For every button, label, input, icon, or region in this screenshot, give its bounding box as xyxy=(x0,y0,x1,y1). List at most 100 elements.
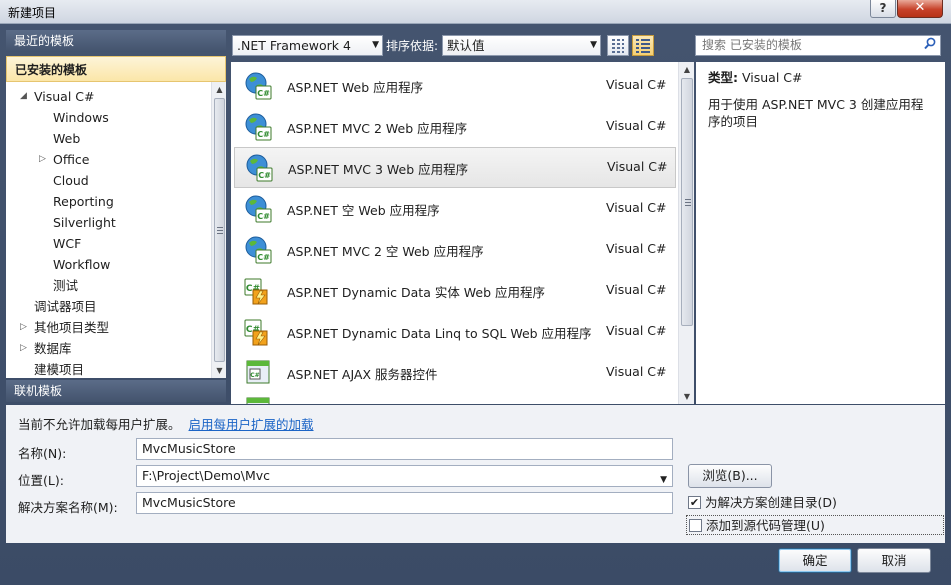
template-language: Visual C# xyxy=(606,241,667,256)
help-button[interactable]: ? xyxy=(870,0,896,18)
template-details: 类型: Visual C# 用于使用 ASP.NET MVC 3 创建应用程序的… xyxy=(696,62,945,404)
template-row[interactable]: C# ASP.NET Dynamic Data Linq to SQL Web 应… xyxy=(231,311,678,352)
online-templates-header[interactable]: 联机模板 xyxy=(6,380,226,402)
template-row[interactable]: C# ASP.NET 空 Web 应用程序 Visual C# xyxy=(231,188,678,229)
enable-extensions-link[interactable]: 启用每用户扩展的加载 xyxy=(189,417,314,432)
tree-item-label: Web xyxy=(53,131,81,146)
cancel-button[interactable]: 取消 xyxy=(857,548,931,573)
create-directory-label: 为解决方案创建目录(D) xyxy=(705,495,837,510)
scroll-thumb[interactable] xyxy=(681,78,693,326)
tree-item[interactable]: 调试器项目 xyxy=(34,296,97,317)
create-directory-checkbox[interactable]: ✔ xyxy=(688,496,701,509)
tree-item[interactable]: Reporting xyxy=(53,191,114,212)
tree-item[interactable]: WCF xyxy=(53,233,81,254)
tree-item-label: Reporting xyxy=(53,194,114,209)
project-name-input[interactable]: MvcMusicStore xyxy=(136,438,673,460)
title-bar: 新建项目 ? ✕ xyxy=(0,0,951,24)
scroll-down-icon[interactable]: ▼ xyxy=(679,389,694,404)
create-directory-option[interactable]: ✔ 为解决方案创建目录(D) xyxy=(686,493,944,513)
tree-item-label: Visual C# xyxy=(34,89,95,104)
tree-item[interactable]: Cloud xyxy=(53,170,89,191)
source-control-label: 添加到源代码管理(U) xyxy=(706,518,825,533)
list-view-button[interactable] xyxy=(632,35,654,56)
dropdown-arrow-icon: ▼ xyxy=(590,40,597,50)
collapsed-arrow-icon[interactable]: ▷ xyxy=(20,317,27,338)
collapsed-arrow-icon[interactable]: ▷ xyxy=(20,338,27,359)
tree-item-label: 其他项目类型 xyxy=(34,320,110,335)
solution-name-label: 解决方案名称(M): xyxy=(18,500,118,515)
window-csharp-icon: C# xyxy=(243,358,273,388)
tree-item-label: 调试器项目 xyxy=(34,299,97,314)
expanded-arrow-icon[interactable]: ◢ xyxy=(20,86,27,107)
framework-select[interactable]: .NET Framework 4 ▼ xyxy=(232,35,383,56)
solution-name-input[interactable]: MvcMusicStore xyxy=(136,492,673,514)
template-row[interactable]: C# ASP.NET AJAX 服务器控件 Visual C# xyxy=(231,352,678,393)
location-select[interactable]: F:\Project\Demo\Mvc ▼ xyxy=(136,465,673,487)
scroll-down-icon[interactable]: ▼ xyxy=(212,363,226,378)
scroll-up-icon[interactable]: ▲ xyxy=(212,82,226,97)
tree-item[interactable]: 建模项目 xyxy=(34,359,84,378)
template-category-panel: 最近的模板 已安装的模板 建模项目 ▷ 数据库 ▷ 其他项目类型 调试器项目 测试 Workf… xyxy=(6,30,226,403)
tree-scrollbar[interactable]: ▲ ▼ xyxy=(211,82,226,378)
search-icon[interactable] xyxy=(924,37,936,56)
tree-item-label: 数据库 xyxy=(34,341,72,356)
template-language: Visual C# xyxy=(606,364,667,379)
tree-item-label: 建模项目 xyxy=(34,362,85,377)
extension-notice: 当前不允许加载每用户扩展。 启用每用户扩展的加载 xyxy=(18,414,314,433)
template-language: Visual C# xyxy=(606,200,667,215)
scroll-up-icon[interactable]: ▲ xyxy=(679,62,694,77)
project-settings-panel: 当前不允许加载每用户扩展。 启用每用户扩展的加载 名称(N): MvcMusicS… xyxy=(6,405,945,543)
sort-value: 默认值 xyxy=(447,38,485,53)
svg-text:C#: C# xyxy=(257,89,270,98)
tree-item[interactable]: Windows xyxy=(53,107,109,128)
template-list-scrollbar[interactable]: ▲ ▼ xyxy=(678,62,694,404)
scroll-thumb[interactable] xyxy=(214,98,225,362)
svg-text:C#: C# xyxy=(257,253,270,262)
template-name: ASP.NET MVC 2 Web 应用程序 xyxy=(287,121,468,136)
tree-item[interactable]: Web xyxy=(53,128,80,149)
svg-text:C#: C# xyxy=(258,171,271,180)
category-tree: 建模项目 ▷ 数据库 ▷ 其他项目类型 调试器项目 测试 Workflow WCF Silverl… xyxy=(6,82,226,378)
tree-item-label: Office xyxy=(53,152,90,167)
extension-notice-text: 当前不允许加载每用户扩展。 xyxy=(18,417,181,432)
ok-button[interactable]: 确定 xyxy=(778,548,852,573)
template-name: ASP.NET MVC 2 空 Web 应用程序 xyxy=(287,244,484,259)
template-row[interactable]: C# ASP.NET MVC 3 Web 应用程序 Visual C# xyxy=(234,147,676,188)
tree-item-label: WCF xyxy=(53,236,82,251)
browse-button[interactable]: 浏览(B)... xyxy=(688,464,772,488)
tree-item[interactable]: ▷ 数据库 xyxy=(20,338,72,359)
tree-item[interactable]: ▷ Office xyxy=(39,149,90,170)
new-project-dialog: 新建项目 ? ✕ 最近的模板 已安装的模板 建模项目 ▷ 数据库 ▷ 其他项目类型 调试器… xyxy=(0,0,951,585)
template-row[interactable]: C# ASP.NET MVC 2 空 Web 应用程序 Visual C# xyxy=(231,229,678,270)
source-control-option[interactable]: 添加到源代码管理(U) xyxy=(686,515,944,535)
template-name: ASP.NET Dynamic Data 实体 Web 应用程序 xyxy=(287,285,546,300)
template-language: Visual C# xyxy=(606,323,667,338)
csharp-lightning-icon: C# xyxy=(243,317,273,347)
template-description: 用于使用 ASP.NET MVC 3 创建应用程序的项目 xyxy=(708,97,924,129)
framework-value: .NET Framework 4 xyxy=(237,38,351,53)
tree-item[interactable]: Silverlight xyxy=(53,212,116,233)
tree-item[interactable]: ◢ Visual C# xyxy=(20,86,95,107)
tree-item[interactable]: 测试 xyxy=(53,275,78,296)
source-control-checkbox[interactable] xyxy=(689,519,702,532)
template-row[interactable]: C# ASP.NET MVC 2 Web 应用程序 Visual C# xyxy=(231,106,678,147)
tree-item-label: Windows xyxy=(53,110,109,125)
tree-item[interactable]: ▷ 其他项目类型 xyxy=(20,317,110,338)
recent-templates-header[interactable]: 最近的模板 xyxy=(6,30,226,52)
dropdown-arrow-icon: ▼ xyxy=(372,40,379,50)
close-button[interactable]: ✕ xyxy=(897,0,943,18)
small-icons-view-button[interactable] xyxy=(607,35,629,56)
template-name: ASP.NET Web 应用程序 xyxy=(287,80,424,95)
window-csharp-icon: C# xyxy=(243,395,273,404)
installed-templates-header[interactable]: 已安装的模板 xyxy=(6,56,226,82)
template-search-input[interactable]: 搜索 已安装的模板 xyxy=(695,35,941,56)
list-view-icon xyxy=(636,39,650,53)
template-row[interactable]: C# ASP.NET Dynamic Data 实体 Web 应用程序 Visual… xyxy=(231,270,678,311)
collapsed-arrow-icon[interactable]: ▷ xyxy=(39,149,46,170)
window-title: 新建项目 xyxy=(8,6,57,20)
template-row[interactable]: C# ASP.NET Web 应用程序 Visual C# xyxy=(231,65,678,106)
globe-csharp-icon: C# xyxy=(243,112,273,142)
sort-select[interactable]: 默认值 ▼ xyxy=(442,35,601,56)
globe-csharp-icon: C# xyxy=(243,235,273,265)
tree-item[interactable]: Workflow xyxy=(53,254,110,275)
